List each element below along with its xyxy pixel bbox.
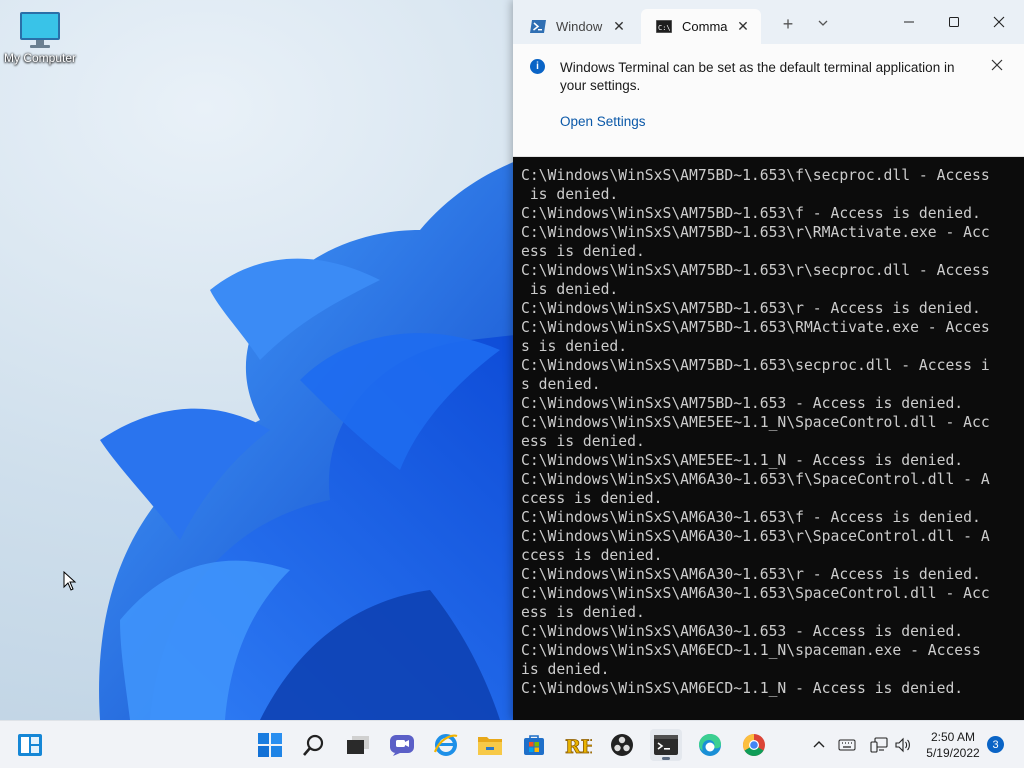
tab-windows-powershell[interactable]: Window ✕ xyxy=(515,9,637,44)
network-icon xyxy=(870,737,888,753)
console-line: C:\Windows\WinSxS\AM6A30~1.653\f\SpaceCo… xyxy=(521,471,990,488)
tab-close-button[interactable]: ✕ xyxy=(735,18,751,35)
obs-button[interactable] xyxy=(606,729,638,761)
show-hidden-icons-button[interactable] xyxy=(806,729,832,761)
console-line: C:\Windows\WinSxS\AM75BD~1.653\RMActivat… xyxy=(521,319,990,336)
console-line: C:\Windows\WinSxS\AM75BD~1.653\r - Acces… xyxy=(521,300,981,317)
minimize-button[interactable] xyxy=(886,8,932,36)
console-line: C:\Windows\WinSxS\AM6A30~1.653\SpaceCont… xyxy=(521,585,990,602)
console-line: C:\Windows\WinSxS\AM6ECD~1.1_N - Access … xyxy=(521,680,964,697)
console-line: C:\Windows\WinSxS\AM6ECD~1.1_N\spaceman.… xyxy=(521,642,981,659)
widgets-button[interactable] xyxy=(14,729,46,761)
mouse-cursor-icon xyxy=(63,571,77,591)
powershell-icon xyxy=(529,20,546,34)
start-icon xyxy=(258,733,282,757)
internet-explorer-icon xyxy=(433,734,458,756)
new-tab-button[interactable]: + xyxy=(779,14,797,35)
edge-button[interactable] xyxy=(694,729,726,761)
start-button[interactable] xyxy=(254,729,286,761)
clock-time: 2:50 AM xyxy=(930,730,976,744)
maximize-icon xyxy=(949,17,959,27)
cmd-icon: C:\ xyxy=(655,20,672,34)
maximize-button[interactable] xyxy=(931,8,977,36)
obs-icon xyxy=(611,734,633,756)
console-line: C:\Windows\WinSxS\AM75BD~1.653\r\secproc… xyxy=(521,262,990,279)
clock[interactable]: 2:50 AM 5/19/2022 xyxy=(918,729,988,761)
notification-badge[interactable]: 3 xyxy=(987,736,1004,753)
terminal-taskbar-button[interactable] xyxy=(650,729,682,761)
default-terminal-infobar: i Windows Terminal can be set as the def… xyxy=(513,44,1024,157)
tab-command-prompt[interactable]: C:\ Comma ✕ xyxy=(641,9,761,44)
console-line: ccess is denied. xyxy=(521,547,663,564)
console-output[interactable]: C:\Windows\WinSxS\AM75BD~1.653\f\secproc… xyxy=(521,166,1021,698)
console-line: C:\Windows\WinSxS\AM75BD~1.653 - Access … xyxy=(521,395,964,412)
keyboard-button[interactable] xyxy=(834,729,860,761)
chevron-down-icon[interactable] xyxy=(816,16,830,30)
file-explorer-button[interactable] xyxy=(474,729,506,761)
title-bar[interactable]: Window ✕ C:\ Comma ✕ + xyxy=(513,0,1024,44)
svg-text:C:\: C:\ xyxy=(658,24,671,32)
minimize-icon xyxy=(904,21,914,23)
console-line: is denied. xyxy=(521,661,610,678)
chat-button[interactable] xyxy=(386,729,418,761)
console-line: s denied. xyxy=(521,376,601,393)
terminal-icon xyxy=(654,735,678,755)
console-line: C:\Windows\WinSxS\AM6A30~1.653\r\SpaceCo… xyxy=(521,528,990,545)
console-line: s is denied. xyxy=(521,338,628,355)
task-view-button[interactable] xyxy=(342,729,374,761)
console-line: C:\Windows\WinSxS\AM75BD~1.653\secproc.d… xyxy=(521,357,990,374)
store-button[interactable] xyxy=(518,729,550,761)
open-settings-link[interactable]: Open Settings xyxy=(560,114,646,129)
tab-label: Comma xyxy=(682,19,728,34)
desktop-icon-my-computer[interactable]: My Computer xyxy=(2,10,78,65)
console-line: C:\Windows\WinSxS\AM75BD~1.653\f\secproc… xyxy=(521,167,990,184)
console-line: C:\Windows\WinSxS\AME5EE~1.1_N - Access … xyxy=(521,452,964,469)
close-icon xyxy=(993,16,1005,28)
chrome-button[interactable] xyxy=(738,729,770,761)
console-line: ccess is denied. xyxy=(521,490,663,507)
file-explorer-icon xyxy=(478,737,502,755)
console-line: is denied. xyxy=(521,281,619,298)
terminal-window[interactable]: Window ✕ C:\ Comma ✕ + i Windows Termina… xyxy=(513,0,1024,720)
search-button[interactable] xyxy=(298,729,330,761)
tab-close-button[interactable]: ✕ xyxy=(611,18,627,35)
volume-icon xyxy=(895,737,910,753)
info-icon: i xyxy=(530,59,545,74)
search-icon xyxy=(303,734,324,756)
chevron-up-icon xyxy=(813,741,825,748)
svg-text:RH: RH xyxy=(565,736,592,757)
taskbar: RH 2:50 AM 5/19/2022 xyxy=(0,720,1024,768)
console-line: C:\Windows\WinSxS\AME5EE~1.1_N\SpaceCont… xyxy=(521,414,990,431)
active-indicator xyxy=(662,757,670,760)
infobar-close-button[interactable] xyxy=(988,56,1006,74)
network-button[interactable] xyxy=(866,729,892,761)
internet-explorer-button[interactable] xyxy=(430,729,462,761)
chrome-icon xyxy=(743,734,765,756)
clock-date: 5/19/2022 xyxy=(926,746,980,760)
close-window-button[interactable] xyxy=(976,8,1022,36)
console-line: ess is denied. xyxy=(521,433,645,450)
tab-label: Window xyxy=(556,19,603,34)
monitor-icon xyxy=(20,12,60,48)
console-line: ess is denied. xyxy=(521,243,645,260)
desktop-icon-label: My Computer xyxy=(3,51,77,65)
volume-button[interactable] xyxy=(890,729,916,761)
edge-icon xyxy=(699,734,721,756)
console-line: C:\Windows\WinSxS\AM75BD~1.653\f - Acces… xyxy=(521,205,981,222)
console-line: C:\Windows\WinSxS\AM6A30~1.653\r - Acces… xyxy=(521,566,981,583)
rh-app-icon: RH xyxy=(565,736,592,757)
console-line: ess is denied. xyxy=(521,604,645,621)
widgets-icon xyxy=(18,734,42,756)
console-line: C:\Windows\WinSxS\AM6A30~1.653 - Access … xyxy=(521,623,964,640)
console-line: C:\Windows\WinSxS\AM75BD~1.653\r\RMActiv… xyxy=(521,224,990,241)
rh-app-button[interactable]: RH xyxy=(562,729,594,761)
console-line: is denied. xyxy=(521,186,619,203)
console-line: C:\Windows\WinSxS\AM6A30~1.653\f - Acces… xyxy=(521,509,981,526)
keyboard-icon xyxy=(838,739,856,751)
infobar-message: Windows Terminal can be set as the defau… xyxy=(560,60,955,93)
chat-icon xyxy=(390,735,414,756)
task-view-icon xyxy=(347,736,369,754)
store-icon xyxy=(524,735,544,755)
